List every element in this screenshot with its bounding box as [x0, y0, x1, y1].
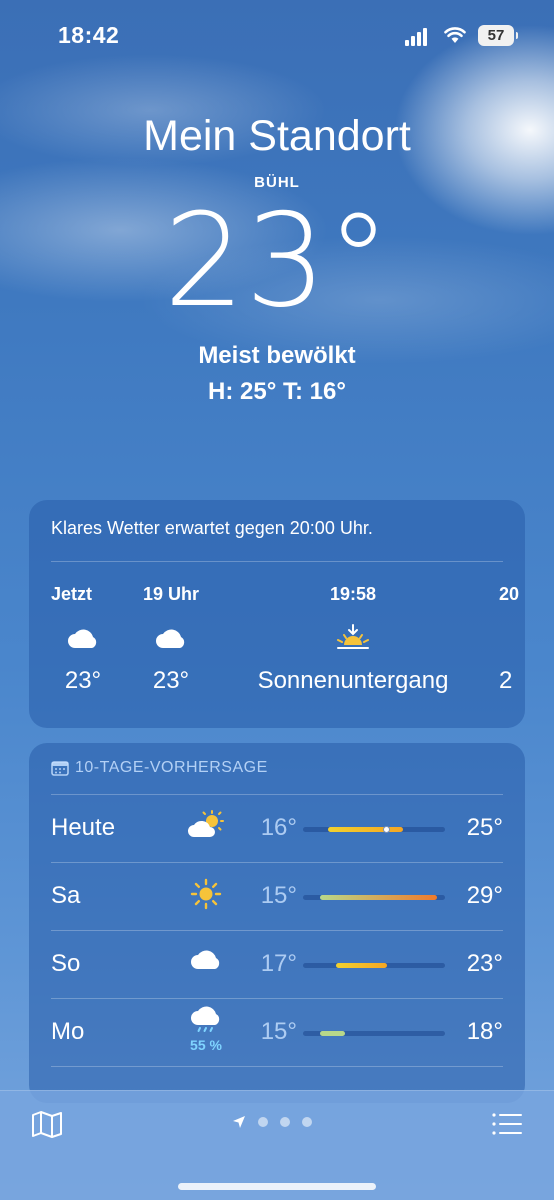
hour-label: 19:58	[329, 584, 377, 604]
forecast-high: 25°	[466, 814, 503, 841]
temperature-range-bar	[303, 826, 445, 833]
precipitation-probability: 55 %	[190, 1037, 222, 1053]
hour-temperature: 23°	[64, 667, 102, 694]
forecast-day: So	[51, 950, 81, 977]
forecast-day: Mo	[51, 1018, 85, 1045]
hour-temperature: 23°	[152, 667, 190, 694]
forecast-high: 23°	[466, 950, 503, 977]
hour-item-20[interactable]: 20 2	[499, 584, 525, 695]
hour-item-19[interactable]: 19 Uhr 23°	[137, 584, 205, 695]
forecast-day: Sa	[51, 882, 81, 909]
cloud-icon	[183, 946, 229, 972]
page-indicator[interactable]	[232, 1115, 312, 1129]
forecast-high: 18°	[466, 1018, 503, 1045]
hour-label: Jetzt	[51, 584, 93, 604]
forecast-low: 15°	[260, 882, 297, 909]
hour-item-sunset[interactable]: 19:58 Sonnenuntergang	[233, 584, 473, 695]
current-temperature-dot	[383, 826, 391, 833]
cloud-icon	[137, 621, 205, 655]
high-low-temperature: H: 25° T: 16°	[208, 378, 346, 405]
current-condition: Meist bewölkt	[198, 342, 356, 369]
forecast-high: 29°	[466, 882, 503, 909]
current-temperature: 23°	[163, 187, 391, 336]
cloud-icon	[51, 621, 115, 655]
forecast-title: 10-TAGE-VORHERSAGE	[75, 759, 268, 776]
temperature-range-fill	[336, 963, 387, 968]
location-title: Mein Standort	[143, 112, 411, 160]
sunset-icon	[233, 621, 473, 655]
wifi-icon	[444, 27, 466, 43]
temperature-range-fill	[319, 1031, 345, 1036]
cellular-signal-icon	[405, 28, 431, 46]
status-bar: 18:42 57	[0, 0, 554, 70]
calendar-icon	[51, 761, 69, 776]
hour-sunset-label: Sonnenuntergang	[257, 667, 449, 694]
partly-cloudy-icon	[183, 810, 229, 840]
list-icon[interactable]	[490, 1109, 524, 1139]
temperature-range-bar	[303, 895, 445, 900]
hourly-divider	[51, 561, 503, 562]
hour-label: 19 Uhr	[142, 584, 200, 604]
bottom-toolbar	[0, 1090, 554, 1200]
hourly-forecast-card[interactable]: Klares Wetter erwartet gegen 20:00 Uhr. …	[29, 500, 525, 728]
sun-icon	[183, 878, 229, 910]
location-arrow-icon	[233, 1116, 245, 1128]
forecast-row-today[interactable]: Heute 16° 25°	[51, 794, 503, 862]
forecast-row-so[interactable]: So 17° 23°	[51, 930, 503, 998]
hourly-summary: Klares Wetter erwartet gegen 20:00 Uhr.	[51, 518, 373, 538]
hour-label: 20	[499, 584, 520, 604]
temperature-range-fill	[319, 895, 437, 900]
forecast-low: 15°	[260, 1018, 297, 1045]
hour-temperature: 2	[499, 667, 513, 694]
forecast-low: 16°	[260, 814, 297, 841]
battery-indicator: 57	[478, 25, 518, 46]
page-dot[interactable]	[302, 1117, 312, 1127]
map-icon[interactable]	[30, 1109, 64, 1139]
forecast-row-sa[interactable]: Sa 15° 29°	[51, 862, 503, 930]
page-dot[interactable]	[258, 1117, 268, 1127]
forecast-day: Heute	[51, 814, 116, 841]
forecast-row-mo[interactable]: Mo 55 % 15° 18°	[51, 998, 503, 1066]
hour-item-now[interactable]: Jetzt 23°	[51, 584, 115, 695]
status-time: 18:42	[58, 22, 120, 48]
forecast-low: 17°	[260, 950, 297, 977]
rain-cloud-icon: 55 %	[183, 1006, 229, 1053]
ten-day-forecast-card[interactable]: 10-TAGE-VORHERSAGE Heute 16° 25° Sa 15°	[29, 743, 525, 1103]
home-indicator	[178, 1183, 376, 1190]
page-dot[interactable]	[280, 1117, 290, 1127]
temperature-range-fill	[328, 827, 404, 832]
forecast-header: 10-TAGE-VORHERSAGE	[51, 759, 268, 777]
temperature-range-bar	[303, 963, 445, 968]
moon-icon	[499, 621, 525, 655]
temperature-range-bar	[303, 1031, 445, 1036]
